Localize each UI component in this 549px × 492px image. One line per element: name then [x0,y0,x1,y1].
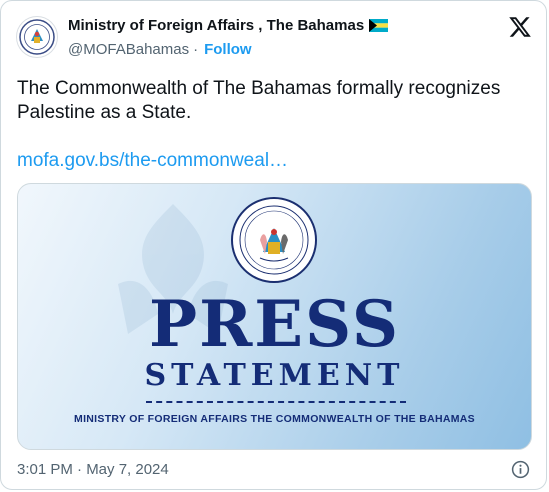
author-handle-row: @MOFABahamas · Follow [68,41,252,58]
embedded-tweet-card[interactable]: Ministry of Foreign Affairs , The Bahama… [0,0,547,490]
x-logo-icon[interactable] [508,15,532,39]
bahamas-flag-icon [369,19,389,32]
ministry-seal-icon [231,197,317,283]
avatar[interactable] [16,16,58,58]
tweet-link[interactable]: mofa.gov.bs/the-commonweal… [17,149,288,173]
handle-separator: · [193,41,199,58]
tweet-text: The Commonwealth of The Bahamas formally… [17,78,501,123]
statement-headline: STATEMENT [144,358,405,393]
tweet-timestamp[interactable]: 3:01 PM · May 7, 2024 [17,461,169,478]
author-name-row: Ministry of Foreign Affairs , The Bahama… [68,17,389,34]
dashed-divider [146,401,406,403]
info-icon[interactable] [511,460,530,479]
author-display-name[interactable]: Ministry of Foreign Affairs , The Bahama… [68,17,364,34]
ministry-caption: MINISTRY OF FOREIGN AFFAIRS THE COMMONWE… [74,413,475,425]
tweet-media-image[interactable]: PRESS STATEMENT MINISTRY OF FOREIGN AFFA… [17,183,532,450]
press-headline: PRESS [148,287,401,362]
follow-button[interactable]: Follow [204,41,252,58]
author-handle[interactable]: @MOFABahamas [68,41,189,58]
